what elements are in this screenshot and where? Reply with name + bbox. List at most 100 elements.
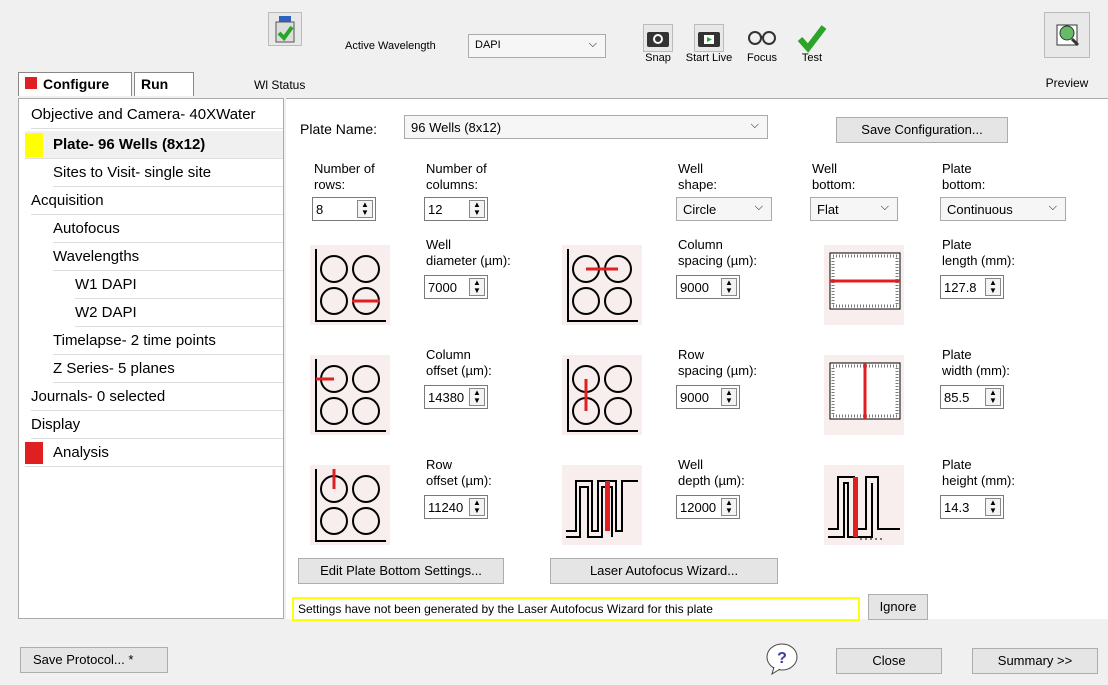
sidebar-item-w2[interactable]: W2 DAPI (75, 299, 283, 327)
edit-plate-bottom-button[interactable]: Edit Plate Bottom Settings... (298, 558, 504, 584)
close-button[interactable]: Close (836, 648, 942, 674)
snap-button[interactable]: Snap (640, 24, 676, 64)
column-spacing-label-1: Column (678, 237, 723, 252)
row-offset-label: Row offset (µm): (426, 457, 492, 489)
plate-bottom-label-2: bottom: (942, 177, 986, 192)
tab-run[interactable]: Run (134, 72, 194, 96)
column-spacing-label: Column spacing (µm): (678, 237, 757, 269)
spinner-arrows-icon[interactable]: ▲ ▼ (985, 498, 1001, 516)
focus-button[interactable]: Focus (744, 24, 780, 64)
plate-name-label: Plate Name: (300, 121, 378, 137)
well-depth-diagram (562, 465, 642, 545)
active-wavelength-select[interactable]: DAPI ⌵ (468, 34, 606, 58)
plate-bottom-value: Continuous (947, 202, 1013, 217)
spinner-arrows-icon[interactable]: ▲ ▼ (469, 278, 485, 296)
summary-button[interactable]: Summary >> (972, 648, 1098, 674)
wl-status-button[interactable] (258, 12, 312, 46)
spinner-arrows-icon[interactable]: ▲ ▼ (357, 200, 373, 218)
columns-label-2: columns: (426, 177, 479, 192)
sidebar-item-journals[interactable]: Journals- 0 selected (31, 383, 283, 411)
plate-length-value: 127.8 (944, 280, 977, 295)
sidebar-item-analysis-label: Analysis (53, 444, 109, 461)
well-shape-label-2: shape: (678, 177, 718, 192)
start-live-button[interactable]: Start Live (684, 24, 734, 64)
sidebar: Objective and Camera- 40XWater Plate- 96… (18, 98, 284, 619)
well-shape-select[interactable]: Circle ⌵ (676, 197, 772, 221)
sidebar-item-plate-label: Plate- 96 Wells (8x12) (53, 136, 206, 153)
sidebar-item-analysis[interactable]: Analysis (25, 439, 283, 467)
ignore-button[interactable]: Ignore (868, 594, 928, 620)
well-diameter-diagram (310, 245, 390, 325)
sidebar-item-zseries[interactable]: Z Series- 5 planes (53, 355, 283, 383)
svg-text:?: ? (777, 650, 787, 667)
sidebar-item-plate[interactable]: Plate- 96 Wells (8x12) (25, 131, 283, 159)
columns-value: 12 (428, 202, 443, 217)
spinner-arrows-icon[interactable]: ▲ ▼ (985, 278, 1001, 296)
spinner-arrows-icon[interactable]: ▲ ▼ (469, 200, 485, 218)
plate-length-label-2: length (mm): (942, 253, 1015, 268)
help-icon[interactable]: ? (764, 641, 800, 677)
spinner-arrows-icon[interactable]: ▲ ▼ (985, 388, 1001, 406)
columns-label: Number of columns: (426, 161, 487, 193)
spinner-arrows-icon[interactable]: ▲ ▼ (721, 278, 737, 296)
well-shape-label: Well shape: (678, 161, 717, 193)
spinner-arrows-icon[interactable]: ▲ ▼ (721, 498, 737, 516)
chevron-down-icon: ⌵ (1048, 201, 1057, 213)
plate-bottom-select[interactable]: Continuous ⌵ (940, 197, 1066, 221)
chevron-down-icon: ⌵ (754, 201, 763, 213)
row-spacing-input[interactable]: 9000 ▲ ▼ (676, 385, 740, 409)
column-spacing-input[interactable]: 9000 ▲ ▼ (676, 275, 740, 299)
test-button[interactable]: Test (794, 24, 830, 64)
sidebar-item-objective[interactable]: Objective and Camera- 40XWater (31, 101, 283, 129)
spinner-arrows-icon[interactable]: ▲ ▼ (469, 388, 485, 406)
column-offset-input[interactable]: 14380 ▲ ▼ (424, 385, 488, 409)
red-square-icon (25, 442, 43, 465)
sidebar-item-autofocus[interactable]: Autofocus (53, 215, 283, 243)
plate-name-select[interactable]: 96 Wells (8x12) ⌵ (404, 115, 768, 139)
plate-bottom-label: Plate bottom: (942, 161, 985, 193)
plate-height-value: 14.3 (944, 500, 970, 515)
laser-autofocus-wizard-button[interactable]: Laser Autofocus Wizard... (550, 558, 778, 584)
preview-button[interactable]: Preview (1042, 12, 1092, 90)
chevron-down-icon: ⌵ (880, 201, 889, 213)
column-spacing-value: 9000 (680, 280, 709, 295)
sidebar-item-w1[interactable]: W1 DAPI (75, 271, 283, 299)
well-bottom-value: Flat (817, 202, 839, 217)
plate-width-value: 85.5 (944, 390, 970, 405)
columns-input[interactable]: 12 ▲ ▼ (424, 197, 488, 221)
row-offset-input[interactable]: 11240 ▲ ▼ (424, 495, 488, 519)
video-camera-icon (694, 24, 724, 52)
well-bottom-label-1: Well (812, 161, 838, 176)
row-spacing-diagram (562, 355, 642, 435)
tab-configure[interactable]: Configure (18, 72, 132, 96)
plate-bottom-label-1: Plate (942, 161, 972, 176)
save-configuration-button[interactable]: Save Configuration... (836, 117, 1008, 143)
well-depth-label-2: depth (µm): (678, 473, 745, 488)
well-bottom-select[interactable]: Flat ⌵ (810, 197, 898, 221)
plate-length-input[interactable]: 127.8 ▲ ▼ (940, 275, 1004, 299)
well-diameter-input[interactable]: 7000 ▲ ▼ (424, 275, 488, 299)
sidebar-item-wavelengths[interactable]: Wavelengths (53, 243, 283, 271)
focus-label: Focus (747, 52, 777, 64)
save-protocol-button[interactable]: Save Protocol... * (20, 647, 168, 673)
rows-input[interactable]: 8 ▲ ▼ (312, 197, 376, 221)
red-square-icon (25, 77, 37, 89)
row-spacing-value: 9000 (680, 390, 709, 405)
well-depth-input[interactable]: 12000 ▲ ▼ (676, 495, 740, 519)
sidebar-item-display[interactable]: Display (31, 411, 283, 439)
spinner-arrows-icon[interactable]: ▲ ▼ (721, 388, 737, 406)
plate-length-diagram (824, 245, 904, 325)
sidebar-item-sites[interactable]: Sites to Visit- single site (53, 159, 283, 187)
plate-height-input[interactable]: 14.3 ▲ ▼ (940, 495, 1004, 519)
warning-message: Settings have not been generated by the … (292, 597, 860, 621)
sidebar-item-acquisition[interactable]: Acquisition (31, 187, 283, 215)
plate-width-input[interactable]: 85.5 ▲ ▼ (940, 385, 1004, 409)
sidebar-item-timelapse[interactable]: Timelapse- 2 time points (53, 327, 283, 355)
plate-length-label: Plate length (mm): (942, 237, 1015, 269)
well-shape-value: Circle (683, 202, 717, 217)
spinner-arrows-icon[interactable]: ▲ ▼ (469, 498, 485, 516)
chevron-down-icon: ⌵ (588, 38, 597, 50)
well-bottom-label: Well bottom: (812, 161, 855, 193)
toolbar: Wl Status Active Wavelength DAPI ⌵ Snap … (0, 0, 1108, 98)
wl-status-label: Wl Status (254, 78, 306, 92)
